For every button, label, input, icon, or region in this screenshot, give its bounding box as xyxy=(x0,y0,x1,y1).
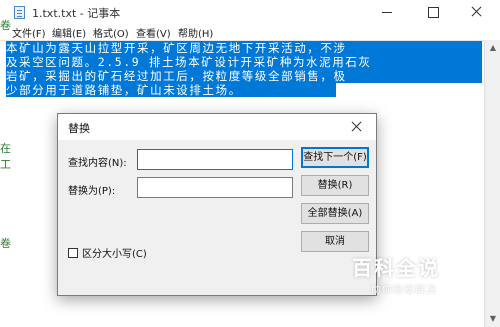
watermark: 百科全说 助你轻松解决 xyxy=(340,244,470,304)
menu-bar: 文件(F) 编辑(E) 格式(O) 查看(V) 帮助(H) xyxy=(0,24,500,40)
replace-button[interactable]: 替换(R) xyxy=(301,175,369,196)
vertical-scrollbar[interactable]: ▲ ▼ xyxy=(484,40,500,327)
scroll-up-icon[interactable]: ▲ xyxy=(485,40,500,56)
replace-label: 替换为(P): xyxy=(68,186,116,197)
watermark-title: 百科全说 xyxy=(352,256,440,280)
match-case-checkbox[interactable] xyxy=(68,248,78,258)
menu-format[interactable]: 格式(O) xyxy=(93,25,129,40)
selected-text-line-3[interactable]: 岩矿，采掘出的矿石经过加工后，按粒度等级全部销售，极 xyxy=(6,69,482,83)
notepad-icon xyxy=(14,6,25,19)
minimize-icon[interactable] xyxy=(364,0,410,24)
window-title: 1.txt.txt - 记事本 xyxy=(32,7,121,20)
watermark-subtitle: 助你轻松解决 xyxy=(371,285,437,296)
menu-file[interactable]: 文件(F) xyxy=(12,25,46,40)
menu-help[interactable]: 帮助(H) xyxy=(178,25,213,40)
background-glyph: 卷 xyxy=(0,237,11,250)
dialog-title: 替换 xyxy=(68,122,90,135)
dialog-close-icon[interactable] xyxy=(344,117,370,137)
find-label: 查找内容(N): xyxy=(68,158,127,169)
selected-text-line-1[interactable]: 本矿山为露天山拉型开采，矿区周边无地下开采活动，不涉 xyxy=(6,41,482,55)
menu-view[interactable]: 查看(V) xyxy=(136,25,171,40)
close-icon[interactable] xyxy=(454,0,500,24)
match-case-label[interactable]: 区分大小写(C) xyxy=(82,245,147,260)
selected-text-line-2[interactable]: 及采空区问题。2.5.9 排土场本矿设计开采矿种为水泥用石灰 xyxy=(6,55,482,69)
find-next-button[interactable]: 查找下一个(F) xyxy=(301,147,369,168)
background-glyph: 在 xyxy=(0,142,11,155)
background-glyph: 卷 xyxy=(0,19,11,32)
background-glyph: 工 xyxy=(0,158,11,171)
replace-input[interactable] xyxy=(137,177,293,198)
find-input[interactable] xyxy=(137,149,293,170)
scroll-down-icon[interactable]: ▼ xyxy=(485,311,500,327)
replace-all-button[interactable]: 全部替换(A) xyxy=(301,203,369,224)
replace-dialog: 替换 查找内容(N): 替换为(P): 查找下一个(F) 替换(R) 全部替换(… xyxy=(57,113,377,296)
menu-edit[interactable]: 编辑(E) xyxy=(52,25,86,40)
dialog-title-bar[interactable]: 替换 xyxy=(58,114,376,140)
selected-text-line-4[interactable]: 少部分用于道路铺垫，矿山未设排土场。 xyxy=(6,83,336,97)
maximize-icon[interactable] xyxy=(410,0,456,24)
title-bar[interactable]: 1.txt.txt - 记事本 xyxy=(0,0,500,24)
